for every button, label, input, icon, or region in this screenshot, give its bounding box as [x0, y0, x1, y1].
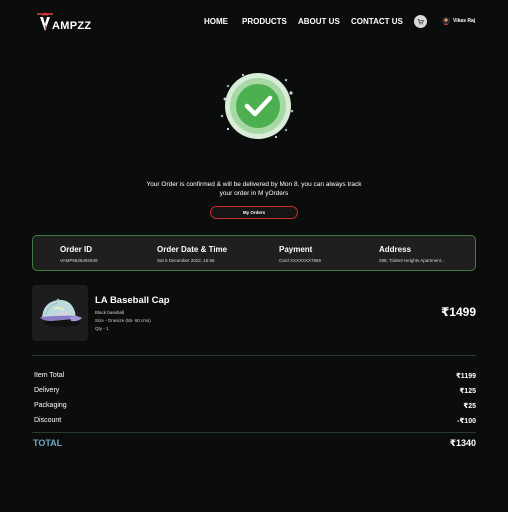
confirmation-line-2: your order in M yOrders	[219, 190, 289, 197]
check-success-icon	[220, 73, 294, 139]
nav-contact-us[interactable]: CONTACT US	[351, 17, 407, 26]
user-avatar-icon	[442, 17, 450, 25]
nav-home[interactable]: HOME	[204, 17, 242, 26]
payment-label: Payment	[279, 245, 313, 254]
order-total-row: TOTAL ₹1340	[33, 438, 476, 449]
product-thumbnail[interactable]	[32, 285, 88, 341]
packaging-label: Packaging	[34, 402, 67, 409]
brand-name: AMPZZ	[52, 20, 92, 32]
payment-section: Payment Card XXXXXXX7869	[279, 245, 321, 263]
baseball-cap-image	[40, 298, 82, 327]
item-total-label: Item Total	[34, 372, 65, 379]
item-total-value: ₹1199	[455, 373, 476, 380]
product-details: Black baseball Size - Onesize (55- 60 cm…	[95, 309, 151, 333]
cart-icon	[417, 19, 424, 25]
confirmation-message: Your Order is confirmed & will be delive…	[100, 180, 408, 198]
delivery-value: ₹125	[459, 388, 476, 395]
order-date-section: Order Date & Time Sat 5 December 2022, 1…	[157, 245, 227, 263]
discount-row: Discount -₹100	[34, 417, 476, 425]
packaging-value: ₹25	[463, 403, 476, 410]
payment-value: Card XXXXXXX7869	[279, 258, 322, 263]
confirmation-line-1: Your Order is confirmed & will be delive…	[146, 181, 362, 188]
nav-products[interactable]: PRODUCTS	[242, 17, 298, 26]
brand-logo[interactable]: AMPZZ	[36, 11, 91, 33]
order-date-value: Sat 5 December 2022, 15:56	[157, 258, 215, 263]
main-menu: HOME PRODUCTS ABOUT US CONTACT US	[204, 17, 407, 26]
total-label: TOTAL	[33, 438, 63, 448]
order-id-label: Order ID	[60, 245, 93, 254]
nav-about-us[interactable]: ABOUT US	[298, 17, 351, 26]
packaging-row: Packaging ₹25	[34, 402, 476, 410]
item-total-row: Item Total ₹1199	[34, 372, 476, 380]
product-qty: Qty - 1	[95, 326, 109, 331]
address-section: Address 298, Trident Heights Apartment..…	[379, 245, 445, 263]
product-size: Size - Onesize (55- 60 cms)	[95, 318, 151, 323]
discount-label: Discount	[34, 417, 62, 424]
cart-button[interactable]	[414, 15, 427, 28]
discount-value: -₹100	[457, 418, 476, 425]
address-value: 298, Trident Heights Apartment...	[379, 258, 445, 263]
delivery-row: Delivery ₹125	[34, 387, 476, 395]
address-label: Address	[379, 245, 412, 254]
navbar: AMPZZ HOME PRODUCTS ABOUT US CONTACT US …	[0, 0, 508, 44]
vampzz-logo-icon	[37, 12, 53, 31]
user-menu[interactable]: Vikas Raj	[442, 17, 475, 25]
product-price: ₹1499	[440, 305, 476, 319]
order-summary-card: Order ID VAMP6826492949 Order Date & Tim…	[32, 235, 476, 271]
order-id-value: VAMP6826492949	[60, 258, 98, 263]
divider	[32, 432, 476, 433]
my-orders-button[interactable]: My Orders	[210, 206, 298, 219]
product-name[interactable]: LA Baseball Cap	[95, 295, 170, 306]
order-date-label: Order Date & Time	[157, 245, 228, 254]
product-description: Black baseball	[95, 310, 125, 315]
divider	[32, 355, 476, 356]
total-value: ₹1340	[449, 438, 476, 448]
order-id-section: Order ID VAMP6826492949	[60, 245, 97, 263]
delivery-label: Delivery	[34, 387, 60, 394]
user-name: Vikas Raj	[453, 18, 476, 24]
